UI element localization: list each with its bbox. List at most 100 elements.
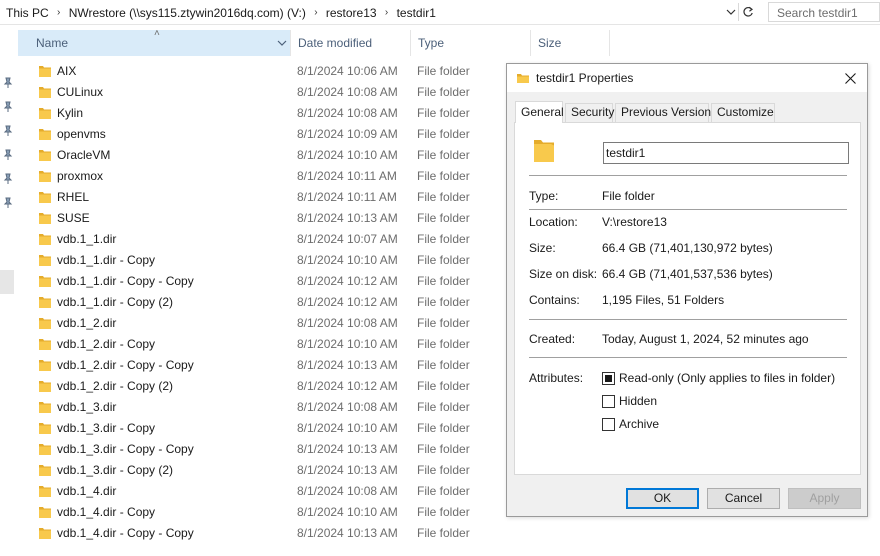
file-date-modified: 8/1/2024 10:09 AM — [297, 127, 398, 141]
breadcrumb-this-pc[interactable]: This PC — [6, 6, 49, 20]
ok-button[interactable]: OK — [626, 488, 699, 509]
file-type: File folder — [417, 316, 470, 330]
file-name: vdb.1_3.dir - Copy - Copy — [57, 442, 194, 456]
dialog-titlebar[interactable]: testdir1 Properties — [507, 64, 867, 92]
file-row[interactable]: SUSE 8/1/2024 10:13 AM File folder — [18, 208, 498, 229]
file-type: File folder — [417, 337, 470, 351]
breadcrumb-testdir1[interactable]: testdir1 — [397, 6, 436, 20]
chevron-right-icon[interactable]: › — [377, 7, 397, 18]
folder-icon — [534, 140, 554, 162]
pin-icon[interactable] — [2, 77, 14, 89]
file-row[interactable]: OracleVM 8/1/2024 10:10 AM File folder — [18, 145, 498, 166]
file-row[interactable]: vdb.1_2.dir - Copy 8/1/2024 10:10 AM File … — [18, 334, 498, 355]
file-row[interactable]: vdb.1_4.dir 8/1/2024 10:08 AM File folder — [18, 481, 498, 502]
file-row[interactable]: vdb.1_1.dir 8/1/2024 10:07 AM File folder — [18, 229, 498, 250]
file-row[interactable]: vdb.1_1.dir - Copy (2) 8/1/2024 10:12 AM F… — [18, 292, 498, 313]
hidden-checkbox[interactable] — [602, 395, 615, 408]
folder-icon — [39, 444, 51, 455]
readonly-label[interactable]: Read-only (Only applies to files in fold… — [619, 371, 835, 385]
archive-label[interactable]: Archive — [619, 417, 659, 431]
column-date-modified[interactable]: Date modified — [290, 30, 410, 56]
breadcrumb-restore13[interactable]: restore13 — [326, 6, 377, 20]
file-row[interactable]: AIX 8/1/2024 10:06 AM File folder — [18, 61, 498, 82]
file-row[interactable]: vdb.1_2.dir 8/1/2024 10:08 AM File folder — [18, 313, 498, 334]
pin-icon[interactable] — [2, 149, 14, 161]
refresh-button[interactable] — [738, 3, 756, 21]
folder-icon — [39, 129, 51, 140]
folder-icon — [39, 528, 51, 539]
nav-scrollbar-thumb[interactable] — [0, 270, 14, 294]
search-input[interactable]: Search testdir1 — [768, 2, 880, 22]
folder-icon — [39, 108, 51, 119]
chevron-right-icon[interactable]: › — [306, 7, 326, 18]
file-name: vdb.1_1.dir - Copy (2) — [57, 295, 174, 309]
folder-icon — [39, 381, 51, 392]
file-name: OracleVM — [57, 148, 111, 162]
file-name: vdb.1_1.dir - Copy — [57, 253, 156, 267]
file-type: File folder — [417, 526, 470, 540]
close-button[interactable] — [839, 68, 861, 88]
folder-name-field[interactable]: testdir1 — [603, 142, 849, 164]
cancel-button[interactable]: Cancel — [707, 488, 780, 509]
file-row[interactable]: vdb.1_4.dir - Copy - Copy 8/1/2024 10:13 … — [18, 523, 498, 544]
file-date-modified: 8/1/2024 10:13 AM — [297, 358, 398, 372]
file-date-modified: 8/1/2024 10:12 AM — [297, 379, 398, 393]
file-name: vdb.1_3.dir - Copy — [57, 421, 156, 435]
pin-icon[interactable] — [2, 197, 14, 209]
file-name: CULinux — [57, 85, 104, 99]
file-type: File folder — [417, 421, 470, 435]
file-name: vdb.1_3.dir — [57, 400, 117, 414]
column-size[interactable]: Size — [530, 30, 610, 56]
archive-checkbox[interactable] — [602, 418, 615, 431]
readonly-checkbox[interactable] — [602, 372, 615, 385]
separator — [529, 319, 847, 320]
tab-security[interactable]: Security — [565, 103, 614, 122]
tab-previous-versions[interactable]: Previous Versions — [615, 103, 717, 122]
file-row[interactable]: vdb.1_1.dir - Copy 8/1/2024 10:10 AM File … — [18, 250, 498, 271]
file-row[interactable]: vdb.1_2.dir - Copy (2) 8/1/2024 10:12 AM F… — [18, 376, 498, 397]
tab-general[interactable]: General — [515, 101, 564, 123]
size-on-disk-value: 66.4 GB (71,401,537,536 bytes) — [602, 267, 773, 281]
type-value: File folder — [602, 189, 655, 203]
file-row[interactable]: vdb.1_4.dir - Copy 8/1/2024 10:10 AM File … — [18, 502, 498, 523]
column-date-label: Date modified — [298, 36, 373, 50]
folder-icon — [517, 74, 529, 83]
file-name: vdb.1_1.dir - Copy - Copy — [57, 274, 194, 288]
pin-icon[interactable] — [2, 173, 14, 185]
tab-customize[interactable]: Customize — [711, 103, 775, 122]
file-type: File folder — [417, 85, 470, 99]
breadcrumb: This PC › NWrestore (\\sys115.ztywin2016… — [6, 5, 436, 20]
file-name: vdb.1_4.dir - Copy - Copy — [57, 526, 194, 540]
pin-icon[interactable] — [2, 125, 14, 137]
column-name[interactable]: ˄ Name — [18, 28, 290, 56]
file-row[interactable]: vdb.1_2.dir - Copy - Copy 8/1/2024 10:13 … — [18, 355, 498, 376]
file-row[interactable]: vdb.1_3.dir - Copy - Copy 8/1/2024 10:13 … — [18, 439, 498, 460]
folder-icon — [39, 276, 51, 287]
file-row[interactable]: RHEL 8/1/2024 10:11 AM File folder — [18, 187, 498, 208]
folder-icon — [39, 150, 51, 161]
chevron-down-icon[interactable] — [276, 37, 288, 49]
file-row[interactable]: proxmox 8/1/2024 10:11 AM File folder — [18, 166, 498, 187]
breadcrumb-drive[interactable]: NWrestore (\\sys115.ztywin2016dq.com) (V… — [69, 6, 306, 20]
folder-icon — [39, 213, 51, 224]
file-row[interactable]: vdb.1_3.dir - Copy (2) 8/1/2024 10:13 AM F… — [18, 460, 498, 481]
properties-dialog: testdir1 Properties General Security Pre… — [506, 63, 868, 517]
address-history-dropdown[interactable] — [724, 4, 738, 20]
file-row[interactable]: CULinux 8/1/2024 10:08 AM File folder — [18, 82, 498, 103]
file-date-modified: 8/1/2024 10:10 AM — [297, 253, 398, 267]
column-type[interactable]: Type — [410, 30, 530, 56]
pin-icon[interactable] — [2, 101, 14, 113]
file-row[interactable]: vdb.1_3.dir - Copy 8/1/2024 10:10 AM File … — [18, 418, 498, 439]
file-row[interactable]: openvms 8/1/2024 10:09 AM File folder — [18, 124, 498, 145]
file-row[interactable]: Kylin 8/1/2024 10:08 AM File folder — [18, 103, 498, 124]
file-row[interactable]: vdb.1_1.dir - Copy - Copy 8/1/2024 10:12 … — [18, 271, 498, 292]
folder-icon — [39, 171, 51, 182]
file-row[interactable]: vdb.1_3.dir 8/1/2024 10:08 AM File folder — [18, 397, 498, 418]
file-date-modified: 8/1/2024 10:08 AM — [297, 484, 398, 498]
hidden-label[interactable]: Hidden — [619, 394, 657, 408]
apply-button[interactable]: Apply — [788, 488, 861, 509]
file-type: File folder — [417, 169, 470, 183]
file-date-modified: 8/1/2024 10:10 AM — [297, 148, 398, 162]
chevron-right-icon[interactable]: › — [49, 7, 69, 18]
file-name: openvms — [57, 127, 106, 141]
